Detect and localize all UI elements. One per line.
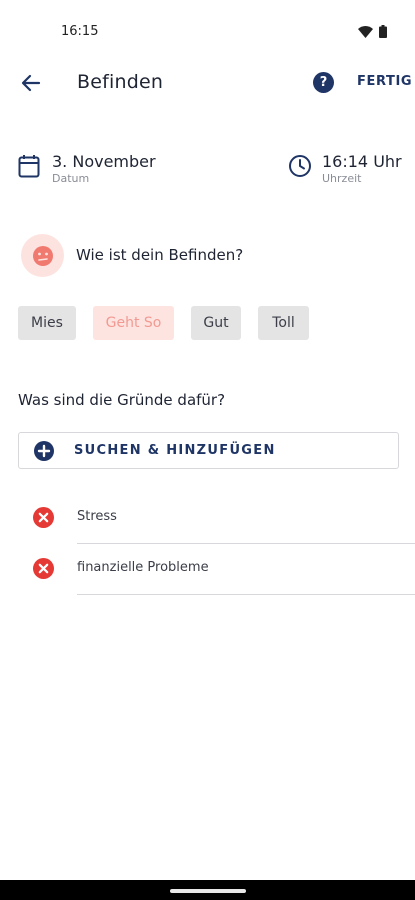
mood-icon-badge: [21, 234, 64, 277]
date-label: Datum: [52, 172, 90, 185]
status-bar: 16:15: [0, 0, 415, 60]
remove-circle-icon[interactable]: [33, 558, 54, 579]
date-picker[interactable]: 3. November Datum: [18, 152, 156, 185]
reason-item: finanzielle Probleme: [0, 544, 415, 595]
time-value: 16:14 Uhr: [322, 152, 402, 171]
status-icons: [358, 25, 387, 38]
question-icon: ?: [319, 75, 328, 90]
help-button[interactable]: ?: [313, 72, 334, 93]
search-add-label: SUCHEN & HINZUFÜGEN: [74, 443, 276, 458]
status-time: 16:15: [61, 24, 99, 39]
system-nav-bar: [0, 880, 415, 900]
mood-options: Mies Geht So Gut Toll: [0, 306, 415, 340]
mood-option-geht-so[interactable]: Geht So: [93, 306, 174, 340]
date-value: 3. November: [52, 152, 156, 171]
wifi-icon: [358, 25, 373, 38]
calendar-icon: [18, 155, 40, 178]
reason-item: Stress: [0, 493, 415, 544]
add-circle-icon: [34, 440, 54, 461]
mood-question: Wie ist dein Befinden?: [76, 246, 244, 264]
reasons-question: Was sind die Gründe dafür?: [18, 391, 226, 409]
mood-face-icon: [32, 245, 53, 266]
clock-icon: [289, 155, 311, 177]
search-add-button[interactable]: SUCHEN & HINZUFÜGEN: [18, 432, 399, 469]
reason-label: finanzielle Probleme: [77, 560, 209, 575]
page-title: Befinden: [77, 71, 164, 93]
remove-circle-icon[interactable]: [33, 507, 54, 528]
time-picker[interactable]: 16:14 Uhr Uhrzeit: [288, 152, 402, 185]
app-bar: Befinden ? FERTIG: [0, 60, 415, 106]
back-button[interactable]: [18, 70, 44, 96]
mood-option-gut[interactable]: Gut: [191, 306, 241, 340]
divider: [77, 594, 415, 595]
battery-icon: [379, 25, 387, 38]
mood-option-mies[interactable]: Mies: [18, 306, 76, 340]
done-button[interactable]: FERTIG: [357, 74, 412, 89]
arrow-left-icon: [21, 74, 41, 92]
home-indicator[interactable]: [170, 889, 246, 893]
mood-option-toll[interactable]: Toll: [258, 306, 309, 340]
time-label: Uhrzeit: [322, 172, 362, 185]
reason-label: Stress: [77, 509, 117, 524]
